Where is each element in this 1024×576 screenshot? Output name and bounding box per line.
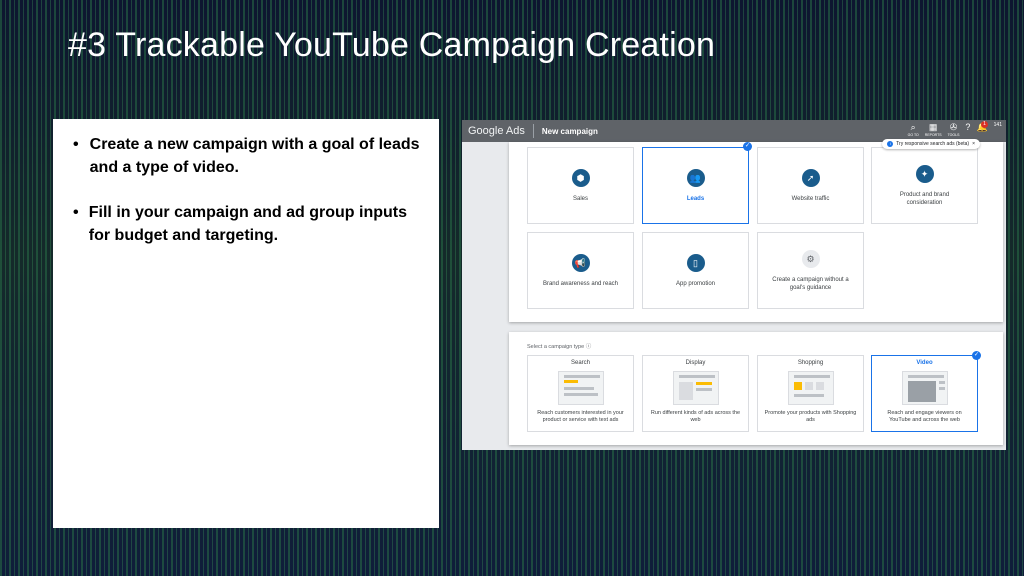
- phone-icon: ▯: [686, 253, 705, 272]
- goto-label: GO TO: [907, 133, 919, 137]
- google-ads-logo[interactable]: Google Ads: [468, 125, 525, 137]
- goal-tile-product-brand[interactable]: ✦ Product and brand consideration: [871, 147, 978, 224]
- cursor-click-icon: ➚: [801, 168, 820, 187]
- campaign-type-card: Select a campaign type ⓘ Search Reach cu…: [509, 332, 1003, 445]
- bullet-item: • Create a new campaign with a goal of l…: [73, 133, 425, 179]
- tip-chip[interactable]: i Try responsive search ads (beta) ×: [882, 139, 980, 149]
- page-title: New campaign: [541, 126, 598, 136]
- tools-button[interactable]: ✇ TOOLS: [948, 122, 960, 137]
- tip-text: Try responsive search ads (beta): [896, 141, 970, 147]
- reports-label: REPORTS: [924, 133, 942, 137]
- wrench-icon: ✇: [949, 122, 958, 132]
- video-thumbnail-icon: [901, 371, 948, 405]
- campaign-type-heading-text: Select a campaign type: [527, 344, 585, 350]
- help-button[interactable]: ?: [965, 122, 970, 133]
- goal-label: Create a campaign without a goal's guida…: [772, 276, 849, 291]
- type-name: Shopping: [797, 360, 824, 366]
- type-tile-search[interactable]: Search Reach customers interested in you…: [527, 355, 634, 432]
- check-icon: ✓: [743, 142, 752, 151]
- people-icon: 👥: [686, 168, 705, 187]
- type-description: Reach and engage viewers on YouTube and …: [887, 410, 962, 423]
- search-icon: ⌕: [910, 122, 916, 132]
- goal-tile-leads[interactable]: 👥 Leads: [642, 147, 749, 224]
- goal-tile-sales[interactable]: ⬢ Sales: [527, 147, 634, 224]
- close-icon[interactable]: ×: [972, 141, 975, 147]
- type-tile-video[interactable]: Video Reach and engage viewers on YouTub…: [871, 355, 978, 432]
- bullet-text: Create a new campaign with a goal of lea…: [89, 136, 420, 176]
- slide-title: #3 Trackable YouTube Campaign Creation: [68, 26, 716, 64]
- goal-label: Leads: [686, 195, 705, 202]
- megaphone-icon: 📢: [571, 253, 590, 272]
- type-description: Run different kinds of ads across the we…: [650, 410, 741, 423]
- reports-icon: ▦: [928, 122, 938, 132]
- type-name: Search: [570, 360, 590, 366]
- bullet-dot: •: [73, 136, 79, 153]
- shopping-thumbnail-icon: [787, 371, 834, 405]
- goal-label: Website traffic: [791, 195, 830, 202]
- type-name: Display: [685, 360, 706, 366]
- goal-selection-card: ⬢ Sales 👥 Leads ✓ ➚ Website traffic ✦ Pr…: [509, 142, 1003, 322]
- google-ads-screenshot: Google Ads New campaign ⌕ GO TO ▦ REPORT…: [462, 120, 1006, 450]
- goal-label: Product and brand consideration: [899, 191, 950, 206]
- tools-label: TOOLS: [947, 133, 960, 137]
- help-circle-icon[interactable]: ⓘ: [586, 344, 592, 350]
- reports-button[interactable]: ▦ REPORTS: [925, 122, 942, 137]
- bullet-panel: • Create a new campaign with a goal of l…: [53, 119, 439, 528]
- type-description: Reach customers interested in your produ…: [537, 410, 624, 423]
- goal-tile-no-guidance[interactable]: ⚙ Create a campaign without a goal's gui…: [757, 232, 864, 309]
- help-icon: ?: [965, 122, 971, 132]
- goal-label: Brand awareness and reach: [542, 280, 619, 287]
- check-icon: ✓: [972, 351, 981, 360]
- notification-badge: 1: [981, 121, 988, 128]
- sparkle-icon: ✦: [915, 164, 934, 183]
- goal-tile-brand-awareness[interactable]: 📢 Brand awareness and reach: [527, 232, 634, 309]
- bullet-text: Fill in your campaign and ad group input…: [88, 204, 407, 244]
- goal-label: App promotion: [675, 280, 716, 287]
- tag-icon: ⬢: [571, 168, 590, 187]
- account-info[interactable]: 141: [994, 122, 1002, 129]
- goal-label: Sales: [572, 195, 588, 202]
- type-tile-display[interactable]: Display Run different kinds of ads acros…: [642, 355, 749, 432]
- goal-tile-app-promotion[interactable]: ▯ App promotion: [642, 232, 749, 309]
- goal-tile-website-traffic[interactable]: ➚ Website traffic: [757, 147, 864, 224]
- info-icon: i: [887, 141, 894, 147]
- display-thumbnail-icon: [672, 371, 719, 405]
- bullet-item: • Fill in your campaign and ad group inp…: [73, 201, 425, 247]
- gear-icon: ⚙: [801, 249, 820, 268]
- bullet-dot: •: [73, 204, 79, 221]
- search-thumbnail-icon: [557, 371, 604, 405]
- type-description: Promote your products with Shopping ads: [764, 410, 857, 423]
- type-tile-shopping[interactable]: Shopping Promote your products with Shop…: [757, 355, 864, 432]
- goto-button[interactable]: ⌕ GO TO: [908, 122, 919, 137]
- divider: [532, 124, 534, 138]
- campaign-type-heading: Select a campaign type ⓘ: [527, 342, 591, 350]
- type-name: Video: [916, 360, 933, 366]
